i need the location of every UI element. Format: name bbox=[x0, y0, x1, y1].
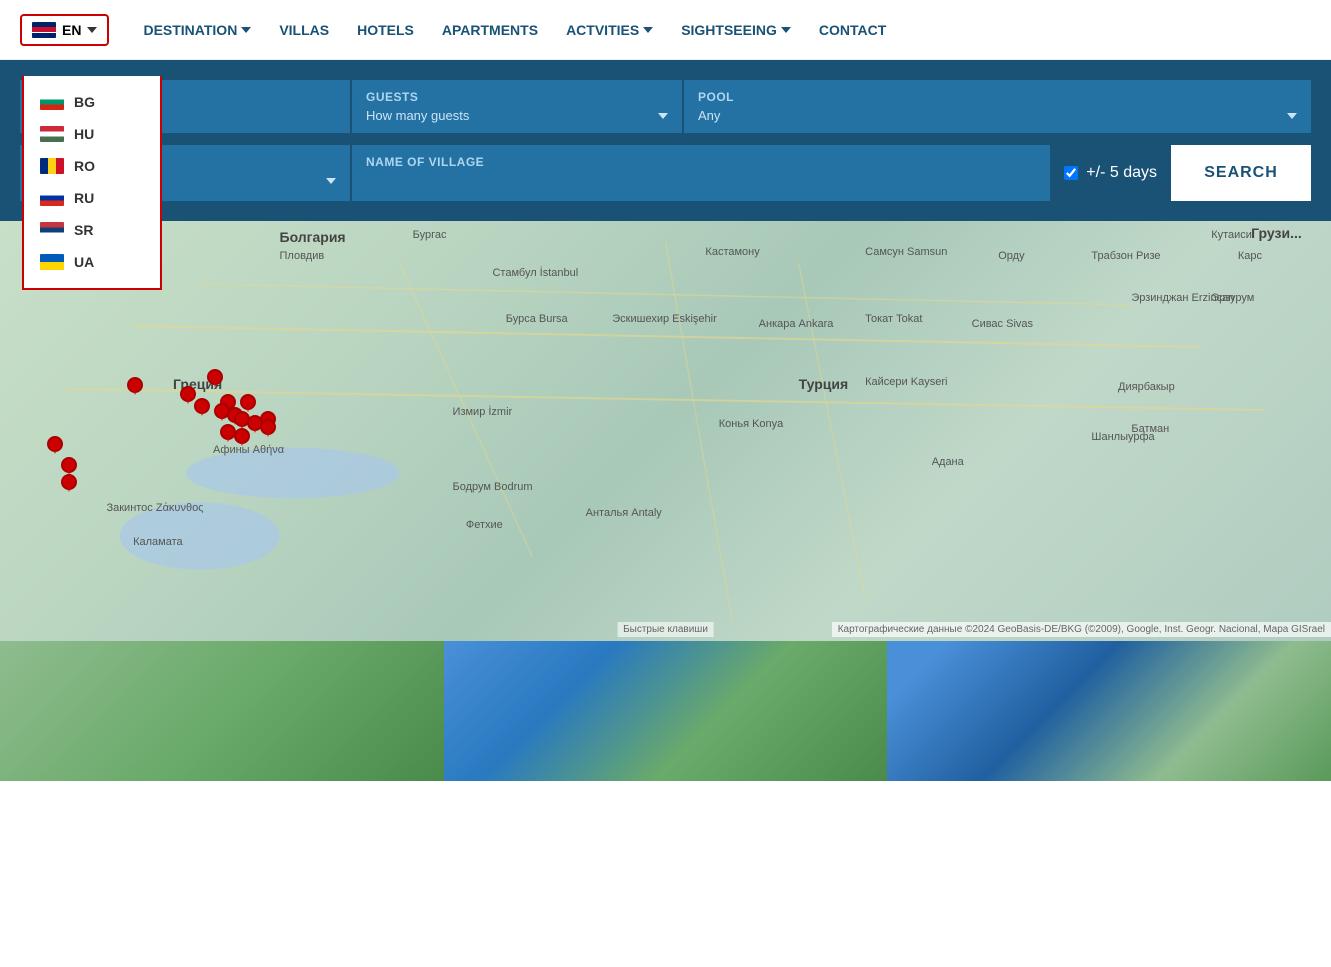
language-dropdown: BG HU RO RU SR UA bbox=[22, 76, 162, 290]
map-marker-6[interactable] bbox=[192, 398, 208, 418]
flag-hu-icon bbox=[40, 126, 64, 142]
village-label: NAME OF VILLAGE bbox=[366, 155, 1036, 169]
nav-contact[interactable]: CONTACT bbox=[805, 0, 900, 60]
map-attribution-copyright: Картографические данные ©2024 GeoBasis-D… bbox=[832, 622, 1331, 637]
search-row-1: BEDROOMS How many bedrooms GUESTS How ma… bbox=[20, 80, 1311, 133]
lang-ua-label: UA bbox=[74, 254, 94, 270]
nav-apartments[interactable]: APARTMENTS bbox=[428, 0, 552, 60]
map-marker-17[interactable] bbox=[59, 474, 75, 494]
lang-current-label: EN bbox=[62, 22, 81, 38]
map-label-batman: Батман bbox=[1131, 423, 1169, 435]
map-label-istanbul: Стамбул İstanbul bbox=[492, 267, 578, 279]
sightseeing-chevron-icon bbox=[781, 27, 791, 33]
guests-chevron-icon bbox=[658, 113, 668, 119]
map-label-turkey: Турция bbox=[799, 376, 849, 392]
guests-value: How many guests bbox=[366, 108, 668, 123]
flag-en-icon bbox=[32, 22, 56, 38]
days-checkbox-field: +/- 5 days bbox=[1050, 145, 1171, 201]
village-field[interactable]: NAME OF VILLAGE bbox=[352, 145, 1050, 201]
map-background: Болгария Косово Бургас Кутаиси Грузи... … bbox=[0, 221, 1331, 641]
map-label-sivas: Сивас Sivas bbox=[972, 318, 1033, 330]
pool-chevron-icon bbox=[1287, 113, 1297, 119]
distance-chevron-icon bbox=[326, 178, 336, 184]
lang-sr-label: SR bbox=[74, 222, 93, 238]
map-label-kalamata: Каламата bbox=[133, 536, 183, 548]
search-row-2: DISTANCE Distance from the sea NAME OF V… bbox=[20, 145, 1311, 201]
lang-option-sr[interactable]: SR bbox=[24, 214, 160, 246]
nav-activities[interactable]: ACTVITIES bbox=[552, 0, 667, 60]
photo-thumb-2[interactable] bbox=[444, 641, 888, 781]
lang-option-ua[interactable]: UA bbox=[24, 246, 160, 278]
map-label-konya: Конья Konya bbox=[719, 418, 784, 430]
map-label-trabzon: Трабзон Ризе bbox=[1091, 250, 1160, 262]
map-marker-2[interactable] bbox=[205, 369, 221, 389]
map-label-ordu: Орду bbox=[998, 250, 1024, 262]
flag-bg-icon bbox=[40, 94, 64, 110]
map-label-bodrum: Бодрум Bodrum bbox=[453, 481, 533, 493]
map-label-samsun: Самсун Samsun bbox=[865, 246, 947, 258]
lang-option-ro[interactable]: RO bbox=[24, 150, 160, 182]
nav-destination[interactable]: DESTINATION bbox=[129, 0, 265, 60]
map-label-bursa: Бурса Bursa bbox=[506, 313, 568, 325]
pool-value: Any bbox=[698, 108, 1297, 123]
map-label-kastamonu: Кастамону bbox=[705, 246, 759, 258]
guests-field[interactable]: GUESTS How many guests bbox=[352, 80, 682, 133]
nav-villas[interactable]: VILLAS bbox=[265, 0, 343, 60]
map-marker-12[interactable] bbox=[258, 419, 274, 439]
map-label-antalya: Анталья Antaly bbox=[586, 507, 662, 519]
lang-ro-label: RO bbox=[74, 158, 95, 174]
destination-chevron-icon bbox=[241, 27, 251, 33]
pool-field[interactable]: POOL Any bbox=[684, 80, 1311, 133]
map-marker-15[interactable] bbox=[45, 436, 61, 456]
map-label-erzurum: Эрзурум bbox=[1211, 292, 1254, 304]
search-button[interactable]: SEARCH bbox=[1171, 145, 1311, 201]
photo-thumb-1[interactable] bbox=[0, 641, 444, 781]
map-attribution-keyboard: Быстрые клавиши bbox=[617, 622, 714, 637]
map-label-tokat: Токат Tokat bbox=[865, 313, 922, 325]
nav-hotels[interactable]: HOTELS bbox=[343, 0, 428, 60]
search-section: BEDROOMS How many bedrooms GUESTS How ma… bbox=[0, 60, 1331, 221]
map-label-plovdiv: Пловдив bbox=[280, 250, 325, 262]
activities-chevron-icon bbox=[643, 27, 653, 33]
map-label-burgas: Бургас bbox=[413, 229, 447, 241]
nav-links: DESTINATION VILLAS HOTELS APARTMENTS ACT… bbox=[129, 0, 1311, 60]
photo-thumb-3[interactable] bbox=[887, 641, 1331, 781]
village-input[interactable] bbox=[366, 174, 1036, 189]
pool-label: POOL bbox=[698, 90, 1297, 104]
flag-sr-icon bbox=[40, 222, 64, 238]
map-label-georgia: Грузи... bbox=[1251, 225, 1302, 241]
map-label-adana: Адана bbox=[932, 456, 964, 468]
flag-ua-icon bbox=[40, 254, 64, 270]
map-label-athens: Афины Αθήνα bbox=[213, 444, 284, 456]
map-label-ankara: Анкара Ankara bbox=[759, 318, 834, 330]
map-label-fethiye: Фетхие bbox=[466, 519, 503, 531]
guests-label: GUESTS bbox=[366, 90, 668, 104]
map-label-kutaisi: Кутаиси bbox=[1211, 229, 1252, 241]
lang-hu-label: HU bbox=[74, 126, 94, 142]
map-marker-1[interactable] bbox=[125, 377, 141, 397]
map-container[interactable]: Болгария Косово Бургас Кутаиси Грузи... … bbox=[0, 221, 1331, 641]
map-label-diyarbakir: Диярбакыр bbox=[1118, 381, 1175, 393]
map-label-kayseri: Кайсери Kayseri bbox=[865, 376, 947, 388]
lang-option-bg[interactable]: BG bbox=[24, 86, 160, 118]
map-label-kars: Карс bbox=[1238, 250, 1262, 262]
photo-row bbox=[0, 641, 1331, 781]
lang-option-ru[interactable]: RU bbox=[24, 182, 160, 214]
map-label-bulgaria: Болгария bbox=[280, 229, 346, 245]
map-marker-14[interactable] bbox=[232, 428, 248, 448]
flag-ro-icon bbox=[40, 158, 64, 174]
flag-ru-icon bbox=[40, 190, 64, 206]
map-label-eskisehir: Эскишехир Eskişehir bbox=[612, 313, 717, 325]
map-label-izmir: Измир İzmir bbox=[453, 406, 513, 418]
navbar: EN BG HU RO RU SR bbox=[0, 0, 1331, 60]
lang-option-hu[interactable]: HU bbox=[24, 118, 160, 150]
nav-sightseeing[interactable]: SIGHTSEEING bbox=[667, 0, 805, 60]
map-label-zakynthos: Закинтос Ζάκυνθος bbox=[106, 502, 203, 514]
lang-chevron-icon bbox=[87, 27, 97, 33]
days-checkbox[interactable] bbox=[1064, 166, 1078, 180]
days-label: +/- 5 days bbox=[1086, 164, 1157, 182]
lang-ru-label: RU bbox=[74, 190, 94, 206]
lang-bg-label: BG bbox=[74, 94, 95, 110]
language-selector[interactable]: EN BG HU RO RU SR bbox=[20, 14, 109, 46]
